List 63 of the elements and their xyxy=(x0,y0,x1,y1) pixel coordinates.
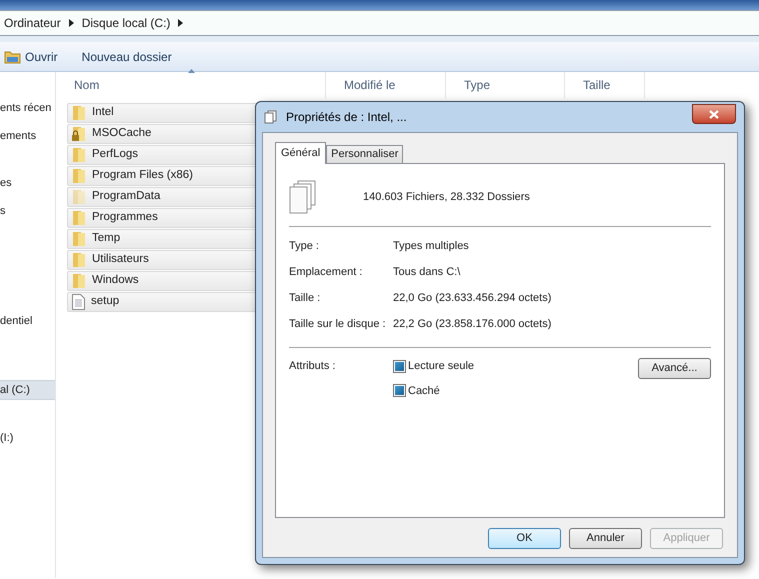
dialog-button[interactable]: Annuler xyxy=(569,528,642,549)
property-value: 22,2 Go (23.858.176.000 octets) xyxy=(393,316,552,332)
file-name: setup xyxy=(91,294,120,310)
file-name: Windows xyxy=(92,273,139,288)
summary-text: 140.603 Fichiers, 28.332 Dossiers xyxy=(363,190,530,205)
tab[interactable]: Général xyxy=(275,142,326,164)
breadcrumb-item[interactable]: Ordinateur xyxy=(4,14,61,32)
checkbox-label: Caché xyxy=(408,384,440,398)
close-button[interactable] xyxy=(692,104,736,124)
column-header[interactable]: Type xyxy=(446,72,565,98)
property-value: Types multiples xyxy=(393,238,469,254)
column-header[interactable]: Modifié le xyxy=(326,72,446,98)
tab[interactable]: Personnaliser xyxy=(326,145,404,163)
file-name: ProgramData xyxy=(92,189,160,204)
locked-folder-icon xyxy=(72,126,86,142)
folder-icon xyxy=(72,231,86,247)
chevron-icon xyxy=(68,19,74,27)
file-name: Utilisateurs xyxy=(92,252,149,268)
documents-icon xyxy=(289,180,317,214)
sidebar-item[interactable]: es xyxy=(0,173,55,193)
folder-icon xyxy=(72,189,86,205)
toolbar-button[interactable]: Ouvrir xyxy=(4,48,58,66)
folder-icon xyxy=(4,50,21,64)
sidebar-item[interactable]: dentiel xyxy=(0,311,55,331)
documents-icon xyxy=(264,110,278,124)
folder-icon xyxy=(72,252,86,268)
folder-icon xyxy=(72,105,86,121)
folder-icon xyxy=(72,273,86,289)
checkbox[interactable] xyxy=(393,360,406,373)
sidebar-item[interactable]: s xyxy=(0,201,55,221)
attributes-label: Attributs : xyxy=(289,359,336,374)
checkbox[interactable] xyxy=(393,384,406,398)
dialog-title: Propriétés de : Intel, ... xyxy=(286,109,407,126)
close-icon xyxy=(709,110,719,118)
folder-icon xyxy=(72,210,86,226)
column-header[interactable]: Taille xyxy=(565,72,645,98)
folder-icon xyxy=(72,168,86,184)
property-value: 22,0 Go (23.633.456.294 octets) xyxy=(393,290,552,306)
sort-arrow-icon xyxy=(188,69,195,73)
advanced-button[interactable]: Avancé... xyxy=(638,358,711,379)
sidebar-item[interactable]: ents récen xyxy=(0,98,55,118)
property-value: Tous dans C:\ xyxy=(393,264,460,280)
sidebar-item[interactable]: ements xyxy=(0,126,55,146)
file-name: Intel xyxy=(92,105,114,120)
file-name: Programmes xyxy=(92,210,158,226)
property-label: Emplacement : xyxy=(289,264,364,280)
property-label: Taille : xyxy=(289,290,322,306)
file-name: Temp xyxy=(92,231,120,246)
chevron-icon xyxy=(178,19,184,27)
property-label: Type : xyxy=(289,238,320,254)
dialog-button[interactable]: OK xyxy=(488,528,561,549)
sidebar-item[interactable]: al (C:) xyxy=(0,380,55,400)
document-icon xyxy=(72,294,85,310)
checkbox-label: Lecture seule xyxy=(408,359,474,374)
property-label: Taille sur le disque : xyxy=(289,316,387,332)
file-name: PerfLogs xyxy=(92,147,138,162)
dialog-button: Appliquer xyxy=(650,528,723,549)
folder-icon xyxy=(72,147,86,163)
toolbar-button[interactable]: Nouveau dossier xyxy=(82,48,172,66)
file-name: MSOCache xyxy=(92,126,152,142)
breadcrumb-item[interactable]: Disque local (C:) xyxy=(82,14,170,32)
file-name: Program Files (x86) xyxy=(92,168,193,184)
sidebar-item[interactable]: (I:) xyxy=(0,428,55,448)
